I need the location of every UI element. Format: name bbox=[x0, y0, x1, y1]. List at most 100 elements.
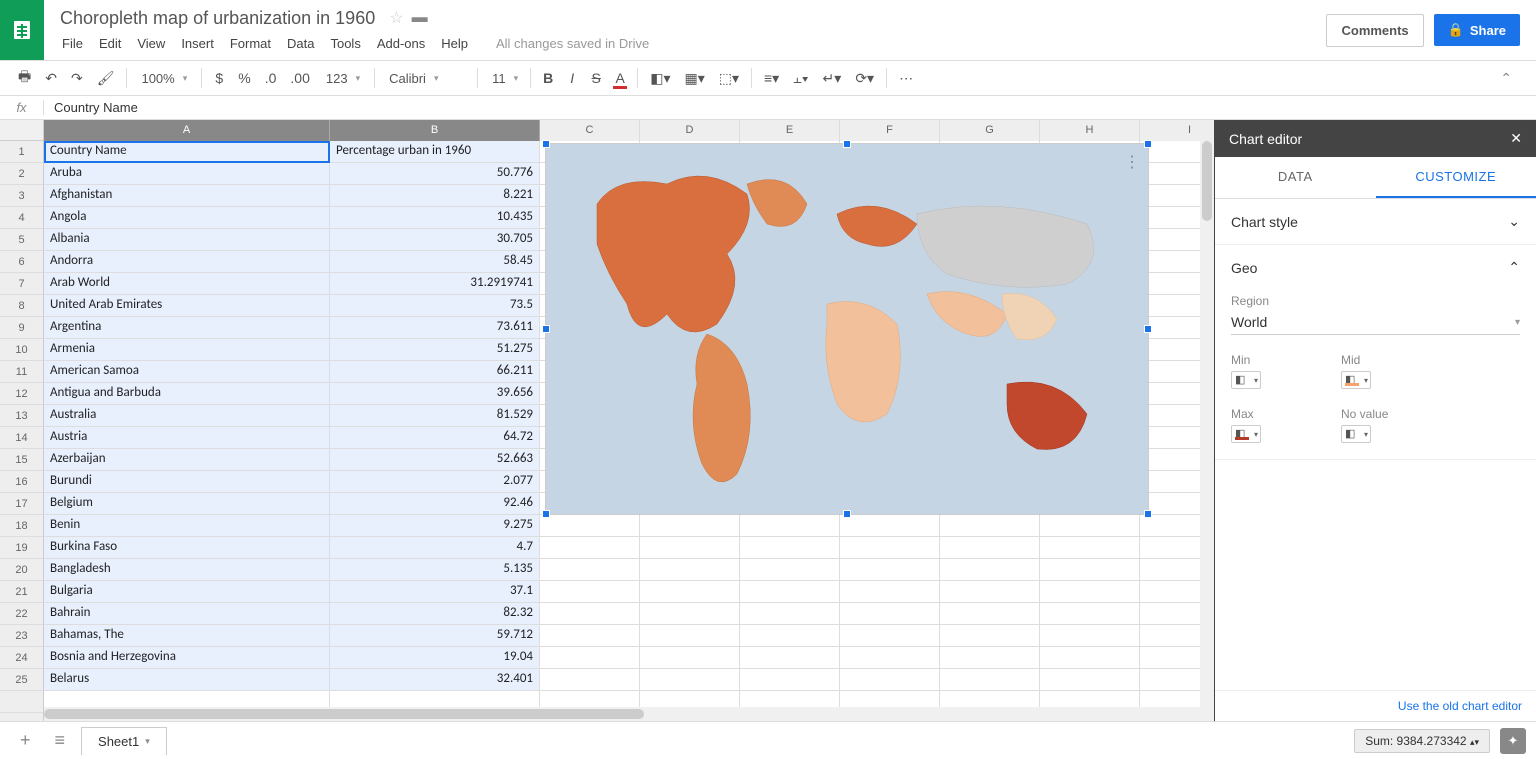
menu-data[interactable]: Data bbox=[279, 32, 322, 55]
cell[interactable]: Angola bbox=[44, 207, 330, 229]
cell[interactable] bbox=[940, 537, 1040, 559]
cell[interactable]: 81.529 bbox=[330, 405, 540, 427]
row-header[interactable]: 8 bbox=[0, 295, 44, 317]
corner-cell[interactable] bbox=[0, 120, 44, 141]
cell[interactable]: 59.712 bbox=[330, 625, 540, 647]
cell[interactable] bbox=[540, 559, 640, 581]
cell[interactable]: 39.656 bbox=[330, 383, 540, 405]
cell[interactable] bbox=[840, 625, 940, 647]
row-header[interactable]: 2 bbox=[0, 163, 44, 185]
cell[interactable] bbox=[1040, 603, 1140, 625]
panel-geo[interactable]: Geo ⌃ bbox=[1215, 245, 1536, 290]
cell[interactable]: Austria bbox=[44, 427, 330, 449]
row-header[interactable]: 11 bbox=[0, 361, 44, 383]
row-header[interactable] bbox=[0, 691, 44, 713]
cell[interactable]: 52.663 bbox=[330, 449, 540, 471]
currency-icon[interactable]: $ bbox=[208, 66, 230, 90]
fx-icon[interactable]: fx bbox=[0, 100, 44, 115]
cell[interactable]: 58.45 bbox=[330, 251, 540, 273]
tab-data[interactable]: DATA bbox=[1215, 157, 1376, 198]
menu-addons[interactable]: Add-ons bbox=[369, 32, 433, 55]
geo-chart[interactable]: ⋮ bbox=[545, 143, 1149, 515]
cell[interactable]: Belgium bbox=[44, 493, 330, 515]
novalue-color-picker[interactable]: ◧ bbox=[1341, 425, 1371, 443]
cell[interactable]: Burkina Faso bbox=[44, 537, 330, 559]
row-header[interactable]: 5 bbox=[0, 229, 44, 251]
cell[interactable] bbox=[1040, 647, 1140, 669]
cell[interactable]: 31.2919741 bbox=[330, 273, 540, 295]
cell[interactable]: Bangladesh bbox=[44, 559, 330, 581]
row-header[interactable]: 6 bbox=[0, 251, 44, 273]
cell[interactable]: 73.5 bbox=[330, 295, 540, 317]
cell[interactable]: 10.435 bbox=[330, 207, 540, 229]
panel-chart-style[interactable]: Chart style ⌄ bbox=[1215, 199, 1536, 244]
cell[interactable] bbox=[640, 603, 740, 625]
cell[interactable]: 2.077 bbox=[330, 471, 540, 493]
cell[interactable] bbox=[740, 559, 840, 581]
row-header[interactable]: 18 bbox=[0, 515, 44, 537]
merge-cells-icon[interactable]: ⬚▾ bbox=[713, 66, 745, 91]
cell[interactable]: 82.32 bbox=[330, 603, 540, 625]
cell[interactable] bbox=[940, 603, 1040, 625]
bold-icon[interactable]: B bbox=[537, 66, 559, 90]
column-header[interactable]: E bbox=[740, 120, 840, 141]
cell[interactable]: 8.221 bbox=[330, 185, 540, 207]
vertical-scrollbar[interactable] bbox=[1200, 141, 1214, 721]
vert-align-icon[interactable]: ⫠▾ bbox=[787, 66, 814, 91]
cell[interactable]: 19.04 bbox=[330, 647, 540, 669]
cell[interactable] bbox=[840, 559, 940, 581]
row-header[interactable]: 15 bbox=[0, 449, 44, 471]
cell[interactable]: Bosnia and Herzegovina bbox=[44, 647, 330, 669]
cell[interactable] bbox=[540, 581, 640, 603]
cell[interactable]: 50.776 bbox=[330, 163, 540, 185]
cell[interactable] bbox=[640, 625, 740, 647]
column-header[interactable]: C bbox=[540, 120, 640, 141]
cell[interactable]: 37.1 bbox=[330, 581, 540, 603]
cell[interactable]: 4.7 bbox=[330, 537, 540, 559]
cell[interactable] bbox=[940, 581, 1040, 603]
min-color-picker[interactable]: ◧ bbox=[1231, 371, 1261, 389]
cell[interactable] bbox=[940, 559, 1040, 581]
cell[interactable]: Albania bbox=[44, 229, 330, 251]
row-header[interactable]: 16 bbox=[0, 471, 44, 493]
cell[interactable]: Burundi bbox=[44, 471, 330, 493]
menu-help[interactable]: Help bbox=[433, 32, 476, 55]
decrease-decimal-icon[interactable]: .0 bbox=[259, 66, 283, 90]
cell[interactable] bbox=[640, 647, 740, 669]
row-header[interactable]: 24 bbox=[0, 647, 44, 669]
cell[interactable] bbox=[840, 603, 940, 625]
font-select[interactable]: Calibri bbox=[381, 67, 471, 90]
font-size-select[interactable]: 11 bbox=[484, 67, 524, 90]
cell[interactable] bbox=[840, 581, 940, 603]
horiz-align-icon[interactable]: ≡▾ bbox=[758, 66, 785, 91]
cell[interactable] bbox=[1040, 669, 1140, 691]
row-header[interactable]: 23 bbox=[0, 625, 44, 647]
cell[interactable] bbox=[540, 647, 640, 669]
row-header[interactable]: 9 bbox=[0, 317, 44, 339]
cell[interactable] bbox=[1040, 537, 1140, 559]
column-header[interactable]: A bbox=[44, 120, 330, 141]
sheet-tab[interactable]: Sheet1 ▾ bbox=[81, 727, 167, 755]
folder-icon[interactable]: ▬ bbox=[412, 9, 428, 27]
cell[interactable]: Belarus bbox=[44, 669, 330, 691]
cell[interactable]: Bulgaria bbox=[44, 581, 330, 603]
cell[interactable]: 64.72 bbox=[330, 427, 540, 449]
column-header[interactable]: G bbox=[940, 120, 1040, 141]
percent-icon[interactable]: % bbox=[232, 66, 256, 90]
cell[interactable]: Percentage urban in 1960 bbox=[330, 141, 540, 163]
row-header[interactable]: 13 bbox=[0, 405, 44, 427]
region-select[interactable]: World ▾ bbox=[1231, 310, 1520, 335]
cell[interactable] bbox=[640, 515, 740, 537]
zoom-select[interactable]: 100% bbox=[133, 67, 195, 90]
cell[interactable]: 66.211 bbox=[330, 361, 540, 383]
add-sheet-icon[interactable]: + bbox=[12, 726, 39, 755]
cell[interactable] bbox=[740, 581, 840, 603]
chart-menu-icon[interactable]: ⋮ bbox=[1124, 152, 1140, 172]
column-header[interactable]: D bbox=[640, 120, 740, 141]
cell[interactable]: Bahrain bbox=[44, 603, 330, 625]
cell[interactable]: American Samoa bbox=[44, 361, 330, 383]
cell[interactable]: 32.401 bbox=[330, 669, 540, 691]
row-header[interactable]: 19 bbox=[0, 537, 44, 559]
row-header[interactable]: 3 bbox=[0, 185, 44, 207]
cell[interactable]: 30.705 bbox=[330, 229, 540, 251]
